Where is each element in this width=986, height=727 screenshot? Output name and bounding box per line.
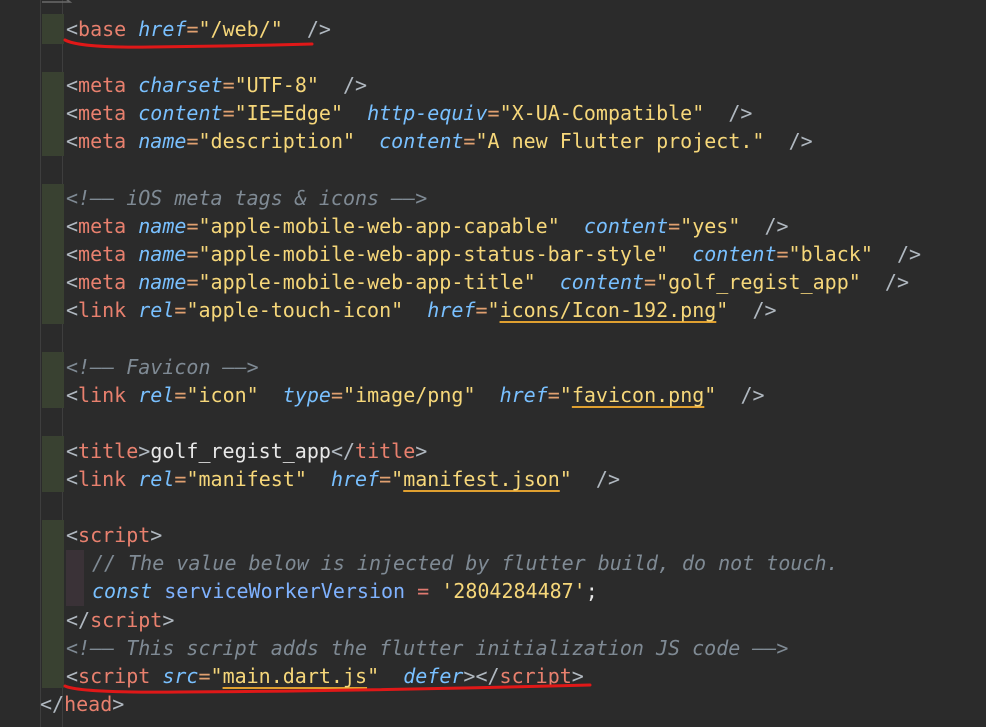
link-path-manifest[interactable]: manifest.json [403,467,560,491]
code-line-link-icon[interactable]: <link rel="icon" type="image/png" href="… [66,381,765,409]
code-line-meta-title[interactable]: <meta name="apple-mobile-web-app-title" … [66,268,909,296]
code-comment-favicon[interactable]: <!—— Favicon ——> [66,353,259,381]
code-line-link-manifest[interactable]: <link rel="manifest" href="manifest.json… [66,465,620,493]
gutter-band [42,352,64,408]
indent-guide [40,0,41,727]
code-comment-init[interactable]: <!—— This script adds the flutter initia… [66,634,788,662]
gutter-band [42,184,64,324]
code-line-meta-compat[interactable]: <meta content="IE=Edge" http-equiv="X-UA… [66,99,752,127]
code-line-script-close[interactable]: </script> [66,606,174,634]
code-line-meta-capable[interactable]: <meta name="apple-mobile-web-app-capable… [66,212,789,240]
code-line-meta-charset[interactable]: <meta charset="UTF-8" /> [66,71,367,99]
code-line-title[interactable]: <title>golf_regist_app</title> [66,437,427,465]
code-line-meta-status-bar[interactable]: <meta name="apple-mobile-web-app-status-… [66,240,921,268]
code-line-script-open[interactable]: <script> [66,521,162,549]
script-indent-band [66,550,84,606]
red-underline-annotation [63,683,592,694]
gutter-band [42,520,64,688]
link-path-favicon[interactable]: favicon.png [572,383,704,407]
fold-arrow-icon [42,0,73,3]
link-path-touch-icon[interactable]: icons/Icon-192.png [500,298,717,322]
code-editor[interactable]: <base href="/web/" /> <meta charset="UTF… [0,0,986,727]
code-line-js-const[interactable]: const serviceWorkerVersion = '2804284487… [92,577,598,605]
code-line-link-touch-icon[interactable]: <link rel="apple-touch-icon" href="icons… [66,296,777,324]
gutter-band [42,72,64,156]
code-line-meta-description[interactable]: <meta name="description" content="A new … [66,127,813,155]
code-js-comment[interactable]: // The value below is injected by flutte… [92,549,839,577]
code-comment-ios[interactable]: <!—— iOS meta tags & icons ——> [66,184,427,212]
red-underline-annotation [63,38,314,49]
gutter-band [42,436,64,492]
